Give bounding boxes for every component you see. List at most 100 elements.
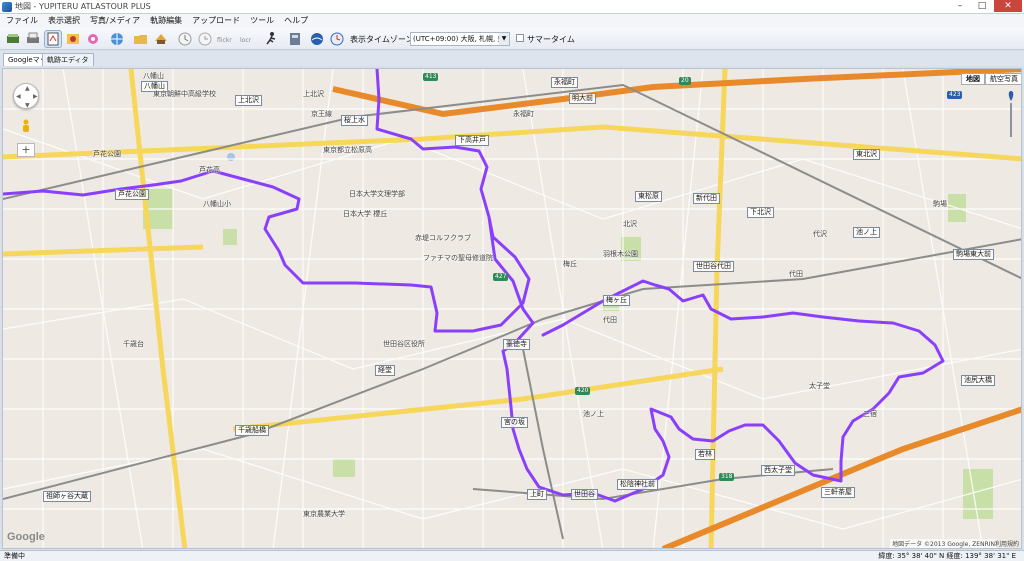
open-folder-icon[interactable]: [132, 30, 150, 48]
place-label: 三宿: [863, 410, 877, 418]
station-label: 池尻大橋: [961, 375, 995, 386]
station-label: 宮の坂: [501, 417, 528, 428]
place-label: 日本大学 櫻丘: [343, 210, 388, 218]
street-view-pegman-icon[interactable]: [21, 119, 31, 135]
summer-time-checkbox[interactable]: [516, 34, 524, 42]
pan-control[interactable]: ▲ ▼ ◀ ▶: [13, 83, 39, 109]
station-label: 梅ヶ丘: [603, 295, 630, 306]
map-terms-link[interactable]: 利用規約: [995, 539, 1019, 548]
place-label: 代沢: [813, 230, 827, 238]
printer-icon[interactable]: [24, 30, 42, 48]
title-bar: 地図 - YUPITERU ATLASTOUR PLUS – □ ✕: [0, 0, 1024, 14]
route-shield: 420: [575, 387, 591, 395]
tab-track-editor[interactable]: 軌跡エディタ: [42, 53, 94, 66]
timezone-icon[interactable]: [328, 30, 346, 48]
place-label: 代田: [789, 270, 803, 278]
menu-track-edit[interactable]: 軌跡編集: [148, 14, 184, 28]
svg-text:flickr: flickr: [217, 37, 232, 44]
station-label: 永福町: [551, 77, 578, 88]
close-button[interactable]: ✕: [994, 0, 1022, 12]
tab-bar: Googleマップ 軌跡エディタ: [0, 51, 1024, 66]
place-label: 代田: [603, 316, 617, 324]
place-label: 梅丘: [563, 260, 577, 268]
status-bar: 準備中 緯度: 35° 38' 40" N 経度: 139° 38' 31" E: [0, 550, 1024, 561]
app-icon: [2, 2, 12, 12]
media-icon[interactable]: [84, 30, 102, 48]
clock-icon[interactable]: [176, 30, 194, 48]
place-label: 池ノ上: [583, 410, 604, 418]
svg-text:locr: locr: [240, 37, 252, 44]
map-marker-icon[interactable]: [1008, 91, 1014, 137]
window-controls: – □ ✕: [950, 0, 1022, 13]
export-icon[interactable]: [286, 30, 304, 48]
map-base-layer: [3, 69, 1021, 548]
time-sync-icon[interactable]: [196, 30, 214, 48]
station-label: 芦花公園: [115, 189, 149, 200]
status-text: 準備中: [4, 552, 25, 560]
station-label: 豪徳寺: [503, 339, 530, 350]
place-label: 千歳台: [123, 340, 144, 348]
window-title: 地図 - YUPITERU ATLASTOUR PLUS: [15, 2, 151, 11]
map-type-satellite-button[interactable]: 航空写真: [985, 73, 1021, 85]
place-label: 駒場: [933, 200, 947, 208]
station-label: 経堂: [375, 365, 395, 376]
place-label: ファチマの聖母修道院: [423, 254, 493, 262]
station-label: 東北沢: [853, 149, 880, 160]
station-label: 上町: [527, 489, 547, 500]
place-label: 東京都立松原高: [323, 146, 372, 154]
station-label: 東松原: [635, 191, 662, 202]
place-label: 永福町: [513, 110, 534, 118]
summer-time-label: サマータイム: [527, 35, 575, 44]
locr-icon[interactable]: locr: [238, 30, 256, 48]
import-device-icon[interactable]: [4, 30, 22, 48]
place-label: 羽根木公園: [603, 250, 638, 258]
place-label: 芦花公園: [93, 150, 121, 158]
zoom-in-button[interactable]: +: [17, 143, 35, 157]
map-data-attribution: 地図データ ©2013 Google, ZENRIN: [890, 539, 997, 548]
place-label: 八幡山小: [203, 200, 231, 208]
map-canvas[interactable]: 芦花公園 八幡山 上北沢 桜上水 下高井戸 明大前 永福町 東松原 新代田 世田…: [2, 68, 1022, 549]
coordinates-readout: 緯度: 35° 38' 40" N 経度: 139° 38' 31" E: [878, 552, 1016, 560]
route-shield: 20: [679, 77, 691, 85]
station-label: 西太子堂: [761, 465, 795, 476]
place-label: 八幡山: [143, 72, 164, 80]
google-earth-icon[interactable]: [308, 30, 326, 48]
station-label: 祖師ヶ谷大蔵: [43, 491, 91, 502]
place-label: 北沢: [623, 220, 637, 228]
menu-photo-media[interactable]: 写真/メディア: [88, 14, 142, 28]
place-label: 京王線: [311, 110, 332, 118]
station-label: 若林: [695, 449, 715, 460]
menu-bar: ファイル 表示選択 写真/メディア 軌跡編集 アップロード ツール ヘルプ: [0, 14, 1024, 28]
menu-upload[interactable]: アップロード: [190, 14, 242, 28]
menu-file[interactable]: ファイル: [4, 14, 40, 28]
station-label: 三軒茶屋: [821, 487, 855, 498]
menu-view[interactable]: 表示選択: [46, 14, 82, 28]
timezone-select[interactable]: (UTC+09:00) 大阪, 札幌, 東京 ▼: [410, 32, 510, 46]
station-label: 明大前: [569, 93, 596, 104]
station-label: 池ノ上: [853, 227, 880, 238]
place-label: 日本大学文理学部: [349, 190, 405, 198]
menu-help[interactable]: ヘルプ: [282, 14, 310, 28]
place-label: 赤堤コルフクラブ: [415, 234, 471, 242]
timezone-label: 表示タイムゾーン: [350, 35, 414, 44]
station-label: 松陰神社前: [617, 479, 658, 490]
place-label: 東京朝鮮中高級学校: [153, 90, 216, 98]
station-label: 上北沢: [235, 95, 262, 106]
maximize-button[interactable]: □: [972, 0, 992, 12]
station-label: 桜上水: [341, 115, 368, 126]
place-label: 芦花高: [199, 166, 220, 174]
route-shield: 413: [423, 73, 439, 81]
map-type-map-button[interactable]: 地図: [961, 73, 985, 85]
station-label: 下北沢: [747, 207, 774, 218]
photo-icon[interactable]: [64, 30, 82, 48]
globe-link-icon[interactable]: [108, 30, 126, 48]
timezone-value: (UTC+09:00) 大阪, 札幌, 東京: [413, 35, 510, 43]
runner-icon[interactable]: [262, 30, 280, 48]
track-view-icon[interactable]: [44, 30, 62, 48]
flickr-icon[interactable]: flickr: [216, 30, 234, 48]
place-label: 東京農業大学: [303, 510, 345, 518]
minimize-button[interactable]: –: [950, 0, 970, 12]
save-icon[interactable]: [152, 30, 170, 48]
station-label: 千歳船橋: [235, 425, 269, 436]
menu-tools[interactable]: ツール: [248, 14, 276, 28]
